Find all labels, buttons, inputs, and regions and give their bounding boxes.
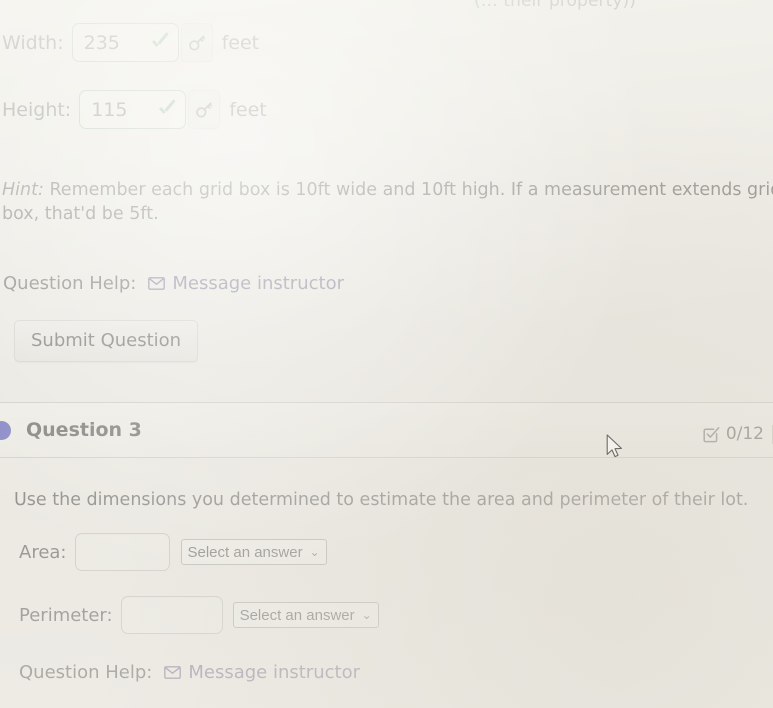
area-label: Area: (19, 541, 67, 563)
width-answer-row: Width: 235 feet (2, 23, 259, 62)
height-unit-label: feet (229, 98, 267, 121)
height-answer-row: Height: 115 feet (2, 90, 267, 129)
chevron-down-icon: ⌄ (361, 608, 372, 622)
message-instructor-link[interactable]: Message instructor (148, 273, 344, 294)
perimeter-label: Perimeter: (19, 604, 113, 626)
question-help-label: Question Help: (19, 662, 153, 683)
area-answer-row: Area: Select an answer ⌄ (19, 533, 327, 571)
correct-check-icon (150, 33, 170, 53)
correct-check-icon (157, 100, 177, 120)
message-instructor-text: Message instructor (172, 273, 344, 294)
assignment-page: (… their property)) Width: 235 feet Heig… (0, 0, 773, 708)
hint-text: Hint: Remember each grid box is 10ft wid… (2, 178, 773, 226)
chevron-down-icon: ⌄ (309, 545, 320, 559)
height-input[interactable]: 115 (79, 90, 187, 129)
question3-score-badge: 0/12 (703, 424, 773, 444)
question3-title: Question 3 (26, 419, 142, 441)
math-keypad-key-icon-button[interactable] (188, 90, 221, 129)
question-help-row-bottom: Question Help: Message instructor (19, 662, 360, 683)
perimeter-select-value: Select an answer (239, 606, 355, 624)
perimeter-input[interactable] (120, 596, 223, 634)
width-input[interactable]: 235 (71, 23, 179, 62)
area-select-value: Select an answer (187, 543, 303, 561)
width-input-value: 235 (83, 31, 120, 54)
height-label: Height: (2, 98, 72, 121)
checked-box-icon (703, 426, 720, 443)
width-unit-label: feet (221, 31, 260, 54)
question-help-row-top: Question Help: Message instructor (3, 273, 344, 294)
clipped-previous-question-text: (… their property)) (474, 0, 636, 11)
question3-header: Question 3 0/12 (0, 403, 773, 457)
hint-label: Hint: (2, 180, 44, 200)
perimeter-select[interactable]: Select an answer ⌄ (232, 602, 379, 628)
question-help-label: Question Help: (3, 273, 137, 294)
math-keypad-key-icon-button[interactable] (180, 23, 213, 62)
height-input-value: 115 (91, 98, 128, 121)
width-label: Width: (2, 31, 64, 54)
unanswered-dot-icon (0, 421, 11, 440)
hint-body: Remember each grid box is 10ft wide and … (2, 180, 773, 225)
area-select[interactable]: Select an answer ⌄ (180, 539, 327, 565)
envelope-icon (148, 277, 166, 290)
submit-question-button[interactable]: Submit Question (14, 320, 199, 362)
envelope-icon (164, 666, 182, 679)
message-instructor-text: Message instructor (188, 662, 360, 683)
question3-prompt: Use the dimensions you determined to est… (14, 490, 749, 510)
perimeter-answer-row: Perimeter: Select an answer ⌄ (19, 596, 379, 634)
message-instructor-link[interactable]: Message instructor (164, 662, 360, 683)
question3-score-text: 0/12 (725, 424, 764, 444)
area-input[interactable] (74, 533, 170, 571)
section-divider-bottom (0, 457, 773, 458)
